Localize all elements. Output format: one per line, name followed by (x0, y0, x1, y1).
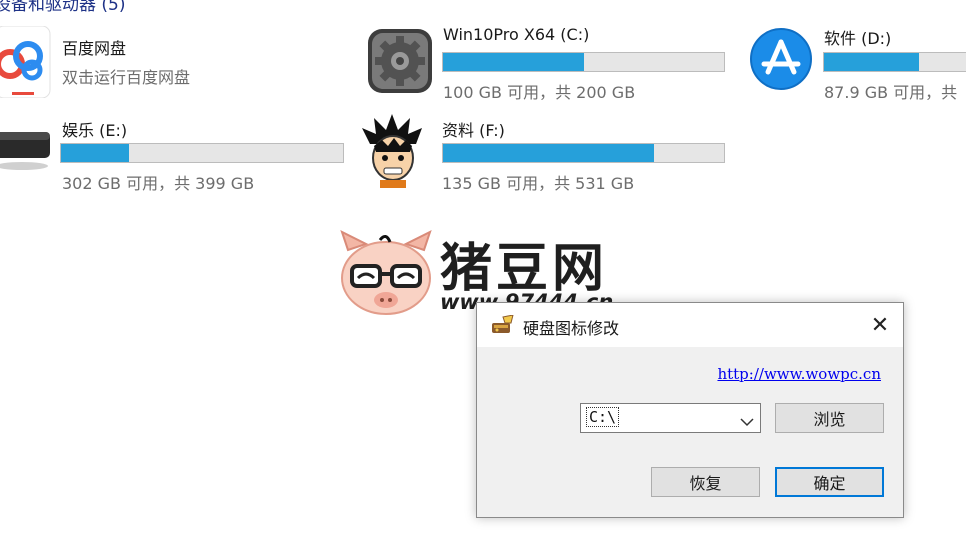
close-icon: ✕ (870, 312, 890, 338)
drive-item-e[interactable]: 娱乐 (E:) 302 GB 可用，共 399 GB (0, 110, 350, 193)
dialog-titlebar[interactable]: 硬盘图标修改 ✕ (477, 303, 903, 347)
pig-logo-icon (338, 230, 434, 322)
drive-usage-bar (442, 143, 725, 163)
drive-item-d[interactable]: 软件 (D:) 87.9 GB 可用，共 (748, 20, 966, 102)
section-header: 设备和驱动器 (5) (0, 0, 126, 15)
drive-usage-fill (443, 144, 654, 162)
drive-item-f[interactable]: 资料 (F:) 135 GB 可用，共 531 GB (360, 110, 726, 193)
drive-subtitle: 双击运行百度网盘 (62, 68, 191, 87)
drive-tool-icon (491, 314, 515, 339)
drive-select[interactable]: C:\ (580, 403, 761, 433)
drive-usage-fill (443, 53, 584, 71)
ok-button[interactable]: 确定 (775, 467, 884, 497)
drive-name: Win10Pro X64 (C:) (443, 25, 590, 44)
drive-name: 资料 (F:) (442, 121, 505, 140)
drive-item-c[interactable]: Win10Pro X64 (C:) 100 GB 可用，共 200 GB (366, 20, 726, 102)
chevron-down-icon (740, 412, 754, 431)
hard-drive-icon (0, 124, 54, 178)
drive-usage-bar (442, 52, 725, 72)
drive-name: 娱乐 (E:) (62, 121, 128, 140)
gear-icon (366, 27, 434, 99)
drive-free-space: 302 GB 可用，共 399 GB (62, 174, 255, 193)
drive-usage-bar (823, 52, 966, 72)
icon-modify-dialog: 硬盘图标修改 ✕ http://www.wowpc.cn C:\ 浏览 恢复 确… (476, 302, 904, 518)
browse-button[interactable]: 浏览 (775, 403, 884, 433)
drive-select-value-text: C:\ (586, 407, 620, 427)
close-button[interactable]: ✕ (857, 303, 903, 347)
restore-button[interactable]: 恢复 (651, 467, 760, 497)
app-store-icon (748, 26, 814, 96)
drive-free-space: 100 GB 可用，共 200 GB (443, 83, 636, 102)
drive-free-space: 87.9 GB 可用，共 (824, 83, 958, 102)
drive-name: 软件 (D:) (824, 29, 892, 48)
drive-usage-fill (61, 144, 129, 162)
drive-select-value: C:\ (586, 407, 620, 427)
cartoon-character-icon (360, 114, 426, 192)
drive-free-space: 135 GB 可用，共 531 GB (442, 174, 635, 193)
dialog-title: 硬盘图标修改 (523, 319, 620, 338)
drive-item-baidu[interactable]: 百度网盘 双击运行百度网盘 (0, 20, 340, 100)
drive-usage-bar (60, 143, 344, 163)
drive-usage-fill (824, 53, 919, 71)
baidu-netdisk-icon (0, 25, 54, 102)
drive-name: 百度网盘 (62, 39, 127, 58)
website-link[interactable]: http://www.wowpc.cn (717, 365, 881, 383)
